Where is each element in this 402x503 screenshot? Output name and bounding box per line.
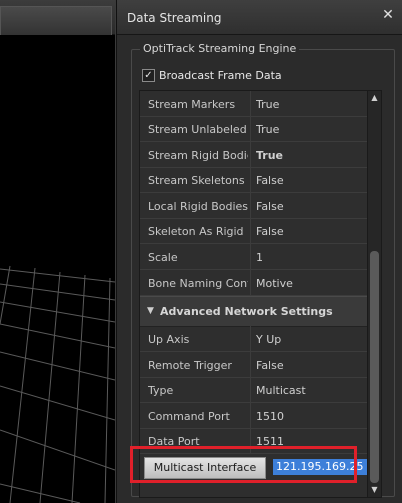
property-name: Type (148, 384, 174, 397)
viewport-tab[interactable] (0, 6, 112, 35)
ground-grid (0, 265, 115, 503)
column-divider (250, 91, 251, 116)
property-row-stream-skeletons[interactable]: Stream Skeletons False (140, 167, 368, 193)
property-value[interactable]: Multicast (256, 384, 366, 398)
property-name: Bone Naming Conven (148, 277, 248, 290)
scroll-thumb[interactable] (370, 251, 379, 483)
panel-titlebar: Data Streaming ✕ (117, 0, 402, 35)
3d-viewport[interactable] (0, 0, 116, 503)
property-row-up-axis[interactable]: Up Axis Y Up (140, 326, 368, 352)
property-name: Local Rigid Bodies (148, 200, 248, 213)
column-divider (250, 218, 251, 243)
vertical-scrollbar[interactable]: ▲ ▼ (367, 90, 382, 498)
property-name: Scale (148, 251, 178, 264)
property-value[interactable]: True (256, 149, 366, 163)
property-name: Command Port (148, 410, 230, 423)
property-value[interactable]: 1 (256, 251, 366, 265)
property-value[interactable]: 1510 (256, 410, 366, 424)
column-divider (250, 116, 251, 141)
property-value[interactable]: False (256, 174, 366, 188)
property-value[interactable]: Y Up (256, 333, 366, 347)
column-divider (250, 142, 251, 167)
advanced-network-settings-header[interactable]: ▼ Advanced Network Settings (140, 296, 368, 327)
column-divider (250, 244, 251, 269)
section-label: Advanced Network Settings (160, 305, 333, 318)
column-divider (250, 167, 251, 192)
property-name: Stream Markers (148, 98, 236, 111)
property-name: Stream Unlabeled Ma (148, 123, 248, 136)
data-streaming-panel: Data Streaming ✕ OptiTrack Streaming Eng… (116, 0, 402, 503)
checkbox-checked-icon[interactable]: ✓ (142, 68, 155, 82)
property-name: Skeleton As Rigid Boc (148, 225, 248, 238)
streaming-engine-group: OptiTrack Streaming Engine ✓ Broadcast F… (131, 42, 395, 498)
column-divider (250, 193, 251, 218)
column-divider (250, 403, 251, 428)
property-row-stream-markers[interactable]: Stream Markers True (140, 91, 368, 117)
property-name: Remote Trigger (148, 359, 232, 372)
property-value[interactable]: Motive (256, 277, 366, 291)
property-value[interactable]: False (256, 225, 366, 239)
property-row-remote-trigger[interactable]: Remote Trigger False (140, 352, 368, 378)
property-value[interactable]: False (256, 200, 366, 214)
property-row-stream-unlabeled-markers[interactable]: Stream Unlabeled Ma True (140, 116, 368, 142)
column-divider (250, 352, 251, 377)
close-icon[interactable]: ✕ (381, 8, 395, 22)
broadcast-frame-data-checkbox[interactable]: ✓ Broadcast Frame Data (142, 67, 282, 83)
annotation-highlight-box (130, 446, 357, 483)
property-value[interactable]: False (256, 359, 366, 373)
property-value[interactable]: True (256, 123, 366, 137)
property-row-command-port[interactable]: Command Port 1510 (140, 403, 368, 429)
broadcast-label: Broadcast Frame Data (159, 68, 282, 82)
property-name: Stream Rigid Bodies (148, 149, 248, 162)
column-divider (250, 270, 251, 295)
property-row-scale[interactable]: Scale 1 (140, 244, 368, 270)
viewport-tabbar (0, 0, 115, 35)
triangle-down-icon[interactable]: ▼ (147, 306, 154, 316)
property-row-type[interactable]: Type Multicast (140, 377, 368, 403)
group-title: OptiTrack Streaming Engine (140, 42, 300, 55)
property-name: Up Axis (148, 333, 190, 346)
chevron-up-icon[interactable]: ▲ (368, 92, 381, 104)
property-grid: Stream Markers True Stream Unlabeled Ma … (139, 90, 369, 498)
property-row-skeleton-as-rigid-bodies[interactable]: Skeleton As Rigid Boc False (140, 218, 368, 244)
column-divider (250, 326, 251, 351)
property-row-bone-naming-convention[interactable]: Bone Naming Conven Motive (140, 270, 368, 296)
property-value[interactable]: True (256, 98, 366, 112)
panel-title: Data Streaming (127, 11, 222, 25)
property-row-local-rigid-bodies[interactable]: Local Rigid Bodies False (140, 193, 368, 219)
column-divider (250, 377, 251, 402)
chevron-down-icon[interactable]: ▼ (368, 484, 381, 496)
property-row-stream-rigid-bodies[interactable]: Stream Rigid Bodies True (140, 142, 368, 168)
property-name: Stream Skeletons (148, 174, 245, 187)
